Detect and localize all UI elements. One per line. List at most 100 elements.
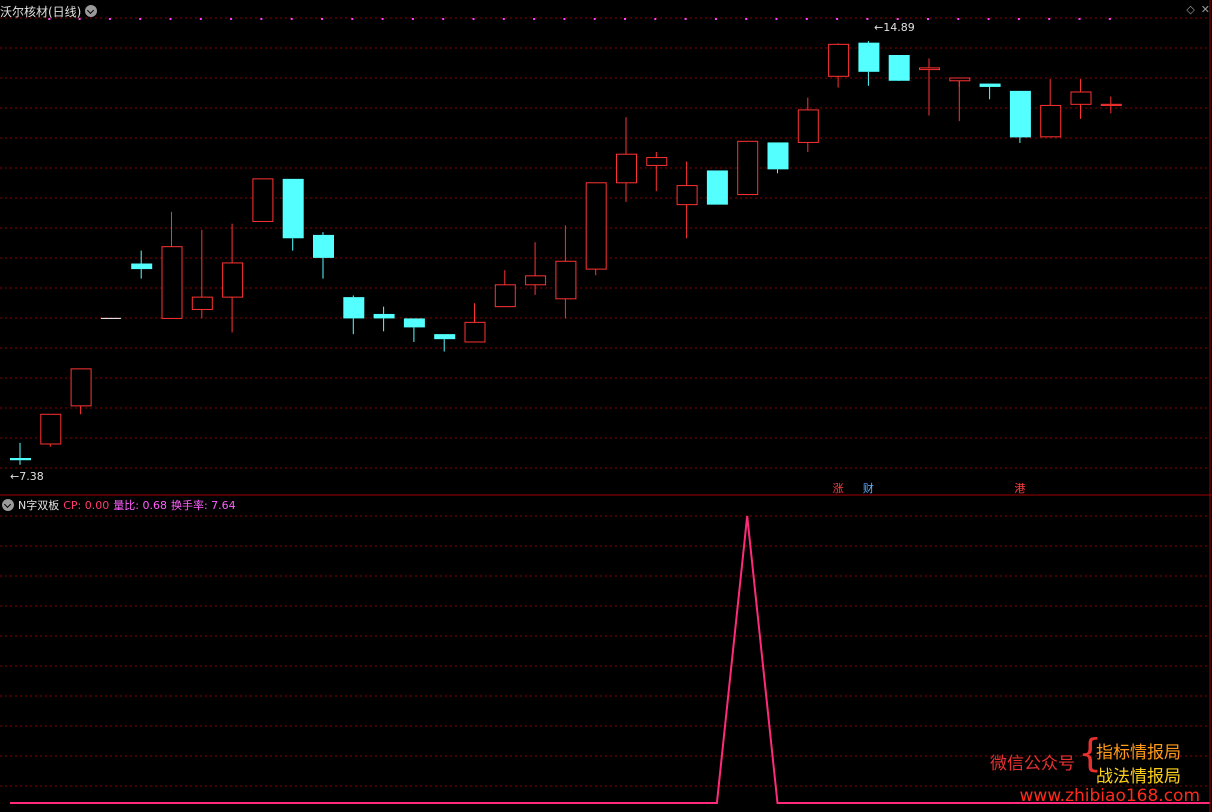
candle	[343, 295, 365, 335]
chevron-down-icon[interactable]	[2, 499, 14, 511]
marker-dot	[684, 18, 687, 20]
marker-dot	[957, 18, 960, 20]
marker-dot	[1108, 18, 1111, 20]
candle	[828, 43, 850, 88]
marker-dot	[533, 18, 536, 20]
candle-body	[828, 43, 850, 77]
candle-body	[313, 234, 334, 258]
candle-body	[646, 157, 668, 166]
candle-body	[858, 42, 880, 72]
chart-canvas[interactable]	[0, 0, 1212, 812]
candle	[191, 229, 213, 319]
candle-body	[737, 140, 759, 196]
news-badge[interactable]: 财	[861, 482, 875, 496]
low-price-label: ←7.38	[10, 470, 44, 483]
candle-body	[282, 178, 304, 239]
high-arrow-icon: ←	[874, 21, 884, 34]
marker-dot	[593, 18, 596, 20]
candle-body	[797, 109, 819, 143]
marker-dot	[563, 18, 566, 20]
candle-body	[131, 263, 153, 270]
low-arrow-icon: ←	[10, 470, 20, 483]
candle	[1040, 79, 1062, 138]
candle	[555, 225, 577, 319]
marker-dot	[472, 18, 475, 20]
stock-title: 沃尔核材(日线)	[0, 4, 82, 19]
candle	[313, 232, 334, 279]
candle	[282, 178, 304, 251]
candle	[646, 151, 668, 192]
candle	[525, 242, 547, 295]
marker-dot	[169, 18, 172, 20]
candle	[222, 223, 244, 333]
marker-dot	[1048, 18, 1051, 20]
marker-dot	[654, 18, 657, 20]
candle	[949, 77, 971, 122]
marker-dot	[927, 18, 929, 20]
marker-dot	[896, 18, 899, 20]
marker-dot	[351, 18, 354, 20]
marker-dot	[381, 18, 384, 20]
candle-body	[252, 178, 274, 222]
candle	[979, 83, 1001, 100]
candle	[464, 303, 486, 343]
candle	[1100, 96, 1122, 114]
marker-dot	[199, 18, 202, 20]
candle-body	[1040, 104, 1062, 138]
marker-dot	[139, 18, 142, 20]
candle-body	[979, 83, 1001, 87]
candle	[858, 40, 880, 86]
candle	[797, 97, 819, 152]
candle-body	[40, 413, 62, 445]
candle-body	[222, 262, 244, 298]
candle	[373, 306, 395, 332]
candle	[767, 142, 789, 174]
marker-dot	[411, 18, 414, 20]
indicator-turnover: 换手率: 7.64	[170, 499, 236, 512]
candle	[494, 270, 516, 308]
candle	[585, 182, 607, 276]
news-badge[interactable]: 港	[1013, 482, 1027, 496]
candle	[676, 161, 698, 239]
candle	[40, 413, 62, 447]
window-title-bar: 沃尔核材(日线)	[0, 2, 98, 20]
candle	[434, 334, 456, 352]
marker-dot	[290, 18, 293, 20]
candle	[706, 170, 728, 205]
candle	[888, 54, 910, 81]
candle	[919, 58, 940, 116]
candle	[10, 442, 31, 465]
candle-body	[191, 296, 213, 310]
candle-body	[1009, 90, 1031, 138]
marker-dot	[230, 18, 233, 20]
candle	[737, 140, 759, 196]
candle-body	[373, 313, 395, 319]
marker-dot	[502, 18, 505, 20]
candle-body	[1070, 91, 1092, 105]
candle	[1009, 90, 1031, 143]
diamond-icon[interactable]: ◇	[1186, 3, 1194, 16]
candle-body	[767, 142, 789, 170]
watermark-wechat: 微信公众号	[990, 754, 1075, 774]
candle-body	[525, 275, 547, 286]
candle-body	[616, 153, 637, 184]
marker-dot	[321, 18, 323, 20]
candle	[70, 368, 92, 415]
indicator-name: N字双板	[18, 499, 60, 512]
marker-dot	[745, 18, 748, 20]
marker-dot	[775, 18, 778, 20]
candle-body	[585, 182, 607, 270]
candle	[403, 318, 425, 342]
candle	[616, 117, 637, 202]
candle-body	[434, 334, 456, 340]
high-price-label: ←14.89	[874, 21, 915, 34]
close-icon[interactable]: ✕	[1201, 3, 1210, 16]
candle-body	[888, 54, 910, 81]
watermark-line2: 战法情报局	[1096, 767, 1181, 787]
chevron-down-icon[interactable]	[85, 5, 98, 17]
corner-controls: ◇ ✕	[1186, 3, 1210, 16]
candlestick-series	[10, 40, 1122, 465]
candle	[131, 250, 153, 279]
news-badge[interactable]: 涨	[831, 482, 845, 496]
marker-dot	[1078, 18, 1081, 20]
